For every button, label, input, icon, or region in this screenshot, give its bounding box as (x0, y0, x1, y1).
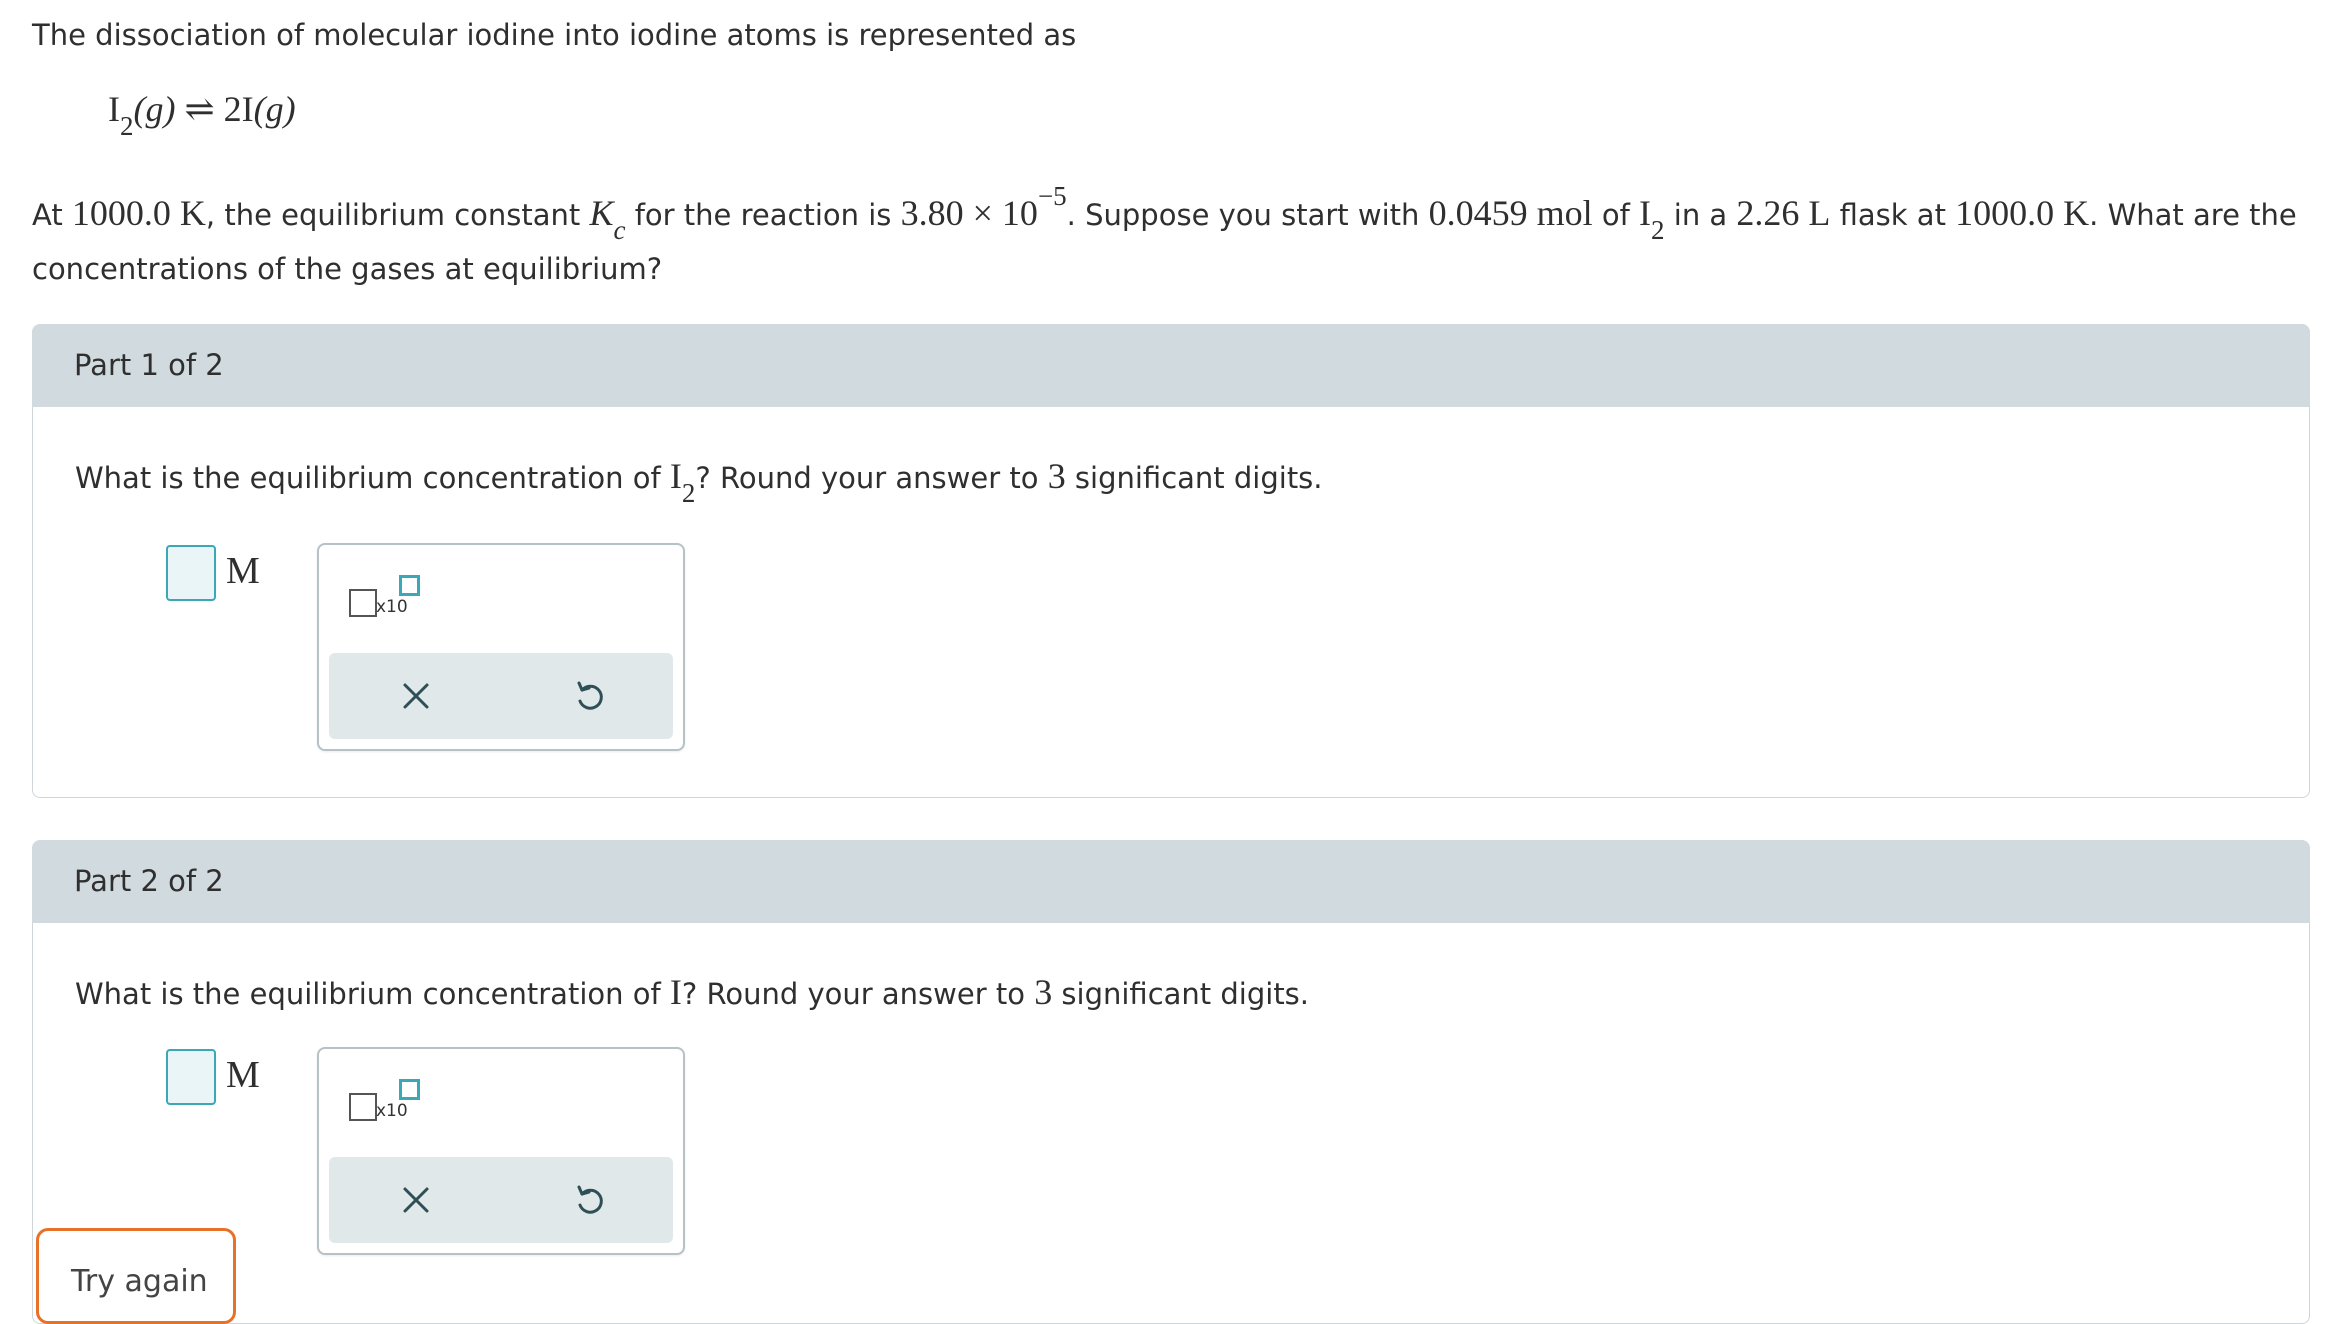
question-text: significant digits. (1065, 461, 1323, 495)
problem-text: in a (1664, 198, 1737, 232)
base-box (349, 1093, 377, 1121)
part-1-header: Part 1 of 2 (32, 324, 2310, 407)
math-palette: x10 (317, 1047, 685, 1255)
problem-text: . Suppose you start with (1066, 198, 1429, 232)
part-2-header: Part 2 of 2 (32, 840, 2310, 923)
close-icon[interactable] (393, 673, 439, 719)
palette-button-bar (329, 653, 673, 739)
unit-label: M (226, 550, 260, 592)
undo-icon[interactable] (567, 1177, 613, 1223)
temperature-value: 1000.0 K (1955, 193, 2090, 233)
exponent-box (399, 1079, 420, 1100)
question-text: significant digits. (1052, 977, 1310, 1011)
reaction-equation: I2(g) ⇌ 2I(g) (108, 88, 296, 141)
volume-value: 2.26 L (1736, 193, 1831, 233)
palette-button-bar (329, 1157, 673, 1243)
moles-value: 0.0459 mol (1428, 193, 1593, 233)
reactant-state: (g) (133, 89, 176, 129)
question-subscript: 2 (681, 478, 696, 508)
answer-input[interactable] (166, 1049, 216, 1105)
iodine-symbol: I (1639, 193, 1652, 233)
problem-text: for the reaction is (625, 198, 901, 232)
x10-label: x10 (376, 597, 408, 617)
math-palette: x10 (317, 543, 685, 751)
question-text: ? Round your answer to (681, 977, 1035, 1011)
question-text: What is the equilibrium concentration of (75, 461, 670, 495)
unit-label: M (226, 1054, 260, 1096)
try-again-button[interactable]: Try again (36, 1228, 236, 1324)
problem-text: At (32, 198, 72, 232)
temperature-value: 1000.0 K (71, 193, 206, 233)
equilibrium-arrow: ⇌ (184, 89, 215, 129)
problem-text: flask at (1830, 198, 1956, 232)
reactant-symbol: I (108, 89, 120, 129)
problem-text: . What are the (2089, 198, 2297, 232)
part-2-title: Part 2 of 2 (74, 864, 224, 898)
scientific-notation-button[interactable]: x10 (349, 575, 420, 625)
kc-subscript: c (613, 215, 626, 245)
kc-value: 3.80 × 10 (900, 193, 1038, 233)
x10-label: x10 (376, 1101, 408, 1121)
part-2-question: What is the equilibrium concentration of… (75, 971, 1309, 1013)
question-symbol: I (669, 972, 682, 1012)
part-1-question: What is the equilibrium concentration of… (75, 455, 1323, 508)
intro-text: The dissociation of molecular iodine int… (32, 18, 1077, 52)
part-1-title: Part 1 of 2 (74, 348, 224, 382)
undo-icon[interactable] (567, 673, 613, 719)
kc-exponent: −5 (1037, 181, 1067, 211)
iodine-subscript: 2 (1651, 215, 1665, 245)
product-state: (g) (253, 89, 296, 129)
part-1-body: What is the equilibrium concentration of… (32, 407, 2310, 798)
product-symbol: I (241, 89, 254, 129)
question-symbol: I (669, 456, 682, 496)
kc-symbol: K (589, 193, 614, 233)
try-again-label: Try again (71, 1264, 208, 1299)
problem-line-2: concentrations of the gases at equilibri… (32, 252, 663, 286)
problem-text: , the equilibrium constant (205, 198, 590, 232)
base-box (349, 589, 377, 617)
product-coefficient: 2 (223, 89, 242, 129)
reactant-subscript: 2 (120, 111, 134, 141)
question-text: ? Round your answer to (695, 461, 1048, 495)
sig-digits-value: 3 (1047, 456, 1066, 496)
sig-digits-value: 3 (1034, 972, 1053, 1012)
exponent-box (399, 575, 420, 596)
scientific-notation-button[interactable]: x10 (349, 1079, 420, 1129)
question-text: What is the equilibrium concentration of (75, 977, 670, 1011)
problem-text: of (1592, 198, 1640, 232)
close-icon[interactable] (393, 1177, 439, 1223)
problem-line-1: At 1000.0 K, the equilibrium constant Kc… (32, 181, 2297, 245)
part-2-body: What is the equilibrium concentration of… (32, 923, 2310, 1324)
answer-input[interactable] (166, 545, 216, 601)
